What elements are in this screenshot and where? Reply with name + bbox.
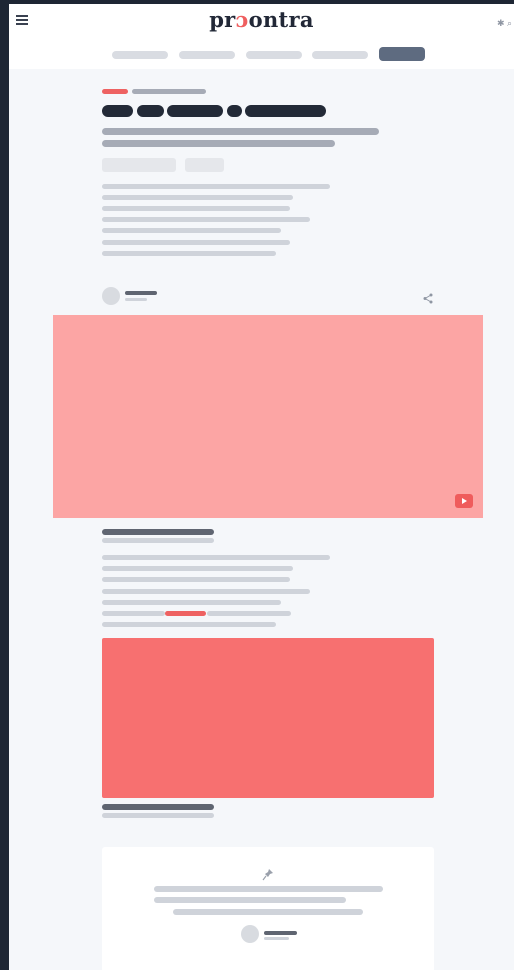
inline-link[interactable] — [165, 611, 206, 616]
author-avatar[interactable] — [102, 287, 120, 305]
headline-word — [227, 105, 242, 117]
author-role — [125, 298, 147, 301]
category-tag[interactable] — [102, 89, 128, 94]
author-name[interactable] — [125, 291, 157, 295]
headline-word — [167, 105, 223, 117]
header-tools-icons[interactable]: ✱ ⌕ — [497, 18, 512, 29]
meta-badge-read-time — [185, 158, 224, 172]
logo-text-end: ontra — [248, 7, 314, 32]
site-header: prɔontra ✱ ⌕ — [9, 4, 514, 69]
nav-tab-2[interactable] — [179, 51, 235, 59]
headline-word — [245, 105, 326, 117]
share-icon[interactable] — [423, 293, 433, 304]
meta-badge-date — [102, 158, 176, 172]
nav-tab-5-active[interactable] — [379, 47, 425, 61]
headline-word — [102, 105, 133, 117]
headline-word — [137, 105, 164, 117]
category-nav — [9, 47, 514, 62]
nav-tab-4[interactable] — [312, 51, 368, 59]
quote-author-name[interactable] — [264, 931, 297, 935]
article-image — [102, 638, 434, 798]
nav-tab-3[interactable] — [246, 51, 302, 59]
video-player[interactable] — [53, 315, 483, 518]
pin-icon — [262, 869, 273, 881]
category-label[interactable] — [132, 89, 206, 94]
logo-accent-letter: ɔ — [235, 7, 249, 32]
article-page: prɔontra ✱ ⌕ — [9, 4, 514, 970]
quote-author-avatar[interactable] — [241, 925, 259, 943]
play-icon[interactable] — [455, 494, 473, 508]
nav-tab-1[interactable] — [112, 51, 168, 59]
site-logo[interactable]: prɔontra — [9, 7, 514, 32]
quote-author-role — [264, 937, 289, 940]
pull-quote-card — [102, 847, 434, 970]
logo-text-start: pr — [209, 7, 236, 32]
